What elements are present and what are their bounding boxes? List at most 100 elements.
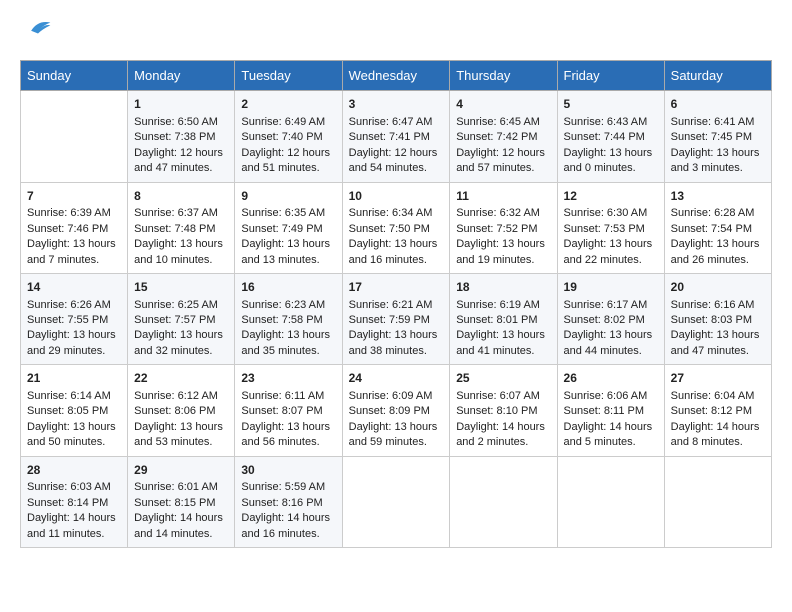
daylight-text: Daylight: 13 hours and 7 minutes. [27, 237, 121, 268]
calendar-cell: 29Sunrise: 6:01 AMSunset: 8:15 PMDayligh… [128, 456, 235, 547]
sunset-text: Sunset: 7:59 PM [349, 313, 444, 328]
calendar-cell: 12Sunrise: 6:30 AMSunset: 7:53 PMDayligh… [557, 182, 664, 273]
sunset-text: Sunset: 7:46 PM [27, 222, 121, 237]
day-number: 21 [27, 370, 121, 387]
calendar-cell [342, 456, 450, 547]
daylight-text: Daylight: 14 hours and 14 minutes. [134, 511, 228, 542]
calendar-cell: 13Sunrise: 6:28 AMSunset: 7:54 PMDayligh… [664, 182, 771, 273]
daylight-text: Daylight: 13 hours and 44 minutes. [564, 328, 658, 359]
daylight-text: Daylight: 13 hours and 53 minutes. [134, 420, 228, 451]
calendar-cell: 16Sunrise: 6:23 AMSunset: 7:58 PMDayligh… [235, 273, 342, 364]
sunrise-text: Sunrise: 6:01 AM [134, 480, 228, 495]
day-number: 2 [241, 96, 335, 113]
sunrise-text: Sunrise: 6:32 AM [456, 206, 550, 221]
calendar-cell: 19Sunrise: 6:17 AMSunset: 8:02 PMDayligh… [557, 273, 664, 364]
calendar-cell: 28Sunrise: 6:03 AMSunset: 8:14 PMDayligh… [21, 456, 128, 547]
sunset-text: Sunset: 7:49 PM [241, 222, 335, 237]
calendar-cell: 25Sunrise: 6:07 AMSunset: 8:10 PMDayligh… [450, 365, 557, 456]
sunset-text: Sunset: 7:45 PM [671, 130, 765, 145]
sunrise-text: Sunrise: 6:34 AM [349, 206, 444, 221]
daylight-text: Daylight: 12 hours and 57 minutes. [456, 146, 550, 177]
calendar-cell: 1Sunrise: 6:50 AMSunset: 7:38 PMDaylight… [128, 91, 235, 182]
day-number: 5 [564, 96, 658, 113]
calendar-cell: 23Sunrise: 6:11 AMSunset: 8:07 PMDayligh… [235, 365, 342, 456]
sunset-text: Sunset: 7:52 PM [456, 222, 550, 237]
sunrise-text: Sunrise: 6:21 AM [349, 298, 444, 313]
calendar-cell: 20 Sunrise: 6:16 AMSunset: 8:03 PMDayligh… [664, 273, 771, 364]
day-number: 9 [241, 188, 335, 205]
calendar-cell: 18Sunrise: 6:19 AMSunset: 8:01 PMDayligh… [450, 273, 557, 364]
calendar-cell: 10Sunrise: 6:34 AMSunset: 7:50 PMDayligh… [342, 182, 450, 273]
week-row-4: 21 Sunrise: 6:14 AMSunset: 8:05 PM Dayligh… [21, 365, 772, 456]
day-number: 20 [671, 279, 765, 296]
sunrise-text: Sunrise: 6:11 AM [241, 389, 335, 404]
calendar-cell [664, 456, 771, 547]
sunrise-text: Sunrise: 6:16 AM [671, 298, 765, 313]
sunset-text: Sunset: 8:10 PM [456, 404, 550, 419]
day-number: 14 [27, 279, 121, 296]
sunset-text: Sunset: 8:07 PM [241, 404, 335, 419]
sunrise-text: Sunrise: 6:12 AM [134, 389, 228, 404]
calendar-cell: 14Sunrise: 6:26 AMSunset: 7:55 PMDayligh… [21, 273, 128, 364]
calendar-cell [557, 456, 664, 547]
sunrise-text: Sunrise: 6:37 AM [134, 206, 228, 221]
day-number: 7 [27, 188, 121, 205]
sunset-text: Sunset: 8:06 PM [134, 404, 228, 419]
day-number: 19 [564, 279, 658, 296]
calendar-cell: 30Sunrise: 5:59 AMSunset: 8:16 PMDayligh… [235, 456, 342, 547]
daylight-text: Daylight: 13 hours and 10 minutes. [134, 237, 228, 268]
sunrise-text: Sunrise: 6:19 AM [456, 298, 550, 313]
day-number: 18 [456, 279, 550, 296]
day-number: 4 [456, 96, 550, 113]
sunset-text: Sunset: 7:38 PM [134, 130, 228, 145]
col-header-friday: Friday [557, 61, 664, 91]
calendar-cell: 4Sunrise: 6:45 AMSunset: 7:42 PMDaylight… [450, 91, 557, 182]
logo-bird-icon [24, 17, 52, 39]
calendar-cell: 7Sunrise: 6:39 AMSunset: 7:46 PMDaylight… [21, 182, 128, 273]
col-header-thursday: Thursday [450, 61, 557, 91]
calendar-table: SundayMondayTuesdayWednesdayThursdayFrid… [20, 60, 772, 548]
sunrise-text: Sunrise: 6:04 AM [671, 389, 765, 404]
sunset-text: Sunset: 8:14 PM [27, 496, 121, 511]
daylight-text: Daylight: 13 hours and 47 minutes. [671, 328, 765, 359]
sunrise-text: Sunrise: 6:47 AM [349, 115, 444, 130]
sunset-text: Sunset: 8:03 PM [671, 313, 765, 328]
daylight-text: Daylight: 13 hours and 13 minutes. [241, 237, 335, 268]
day-number: 8 [134, 188, 228, 205]
daylight-text: Daylight: 13 hours and 56 minutes. [241, 420, 335, 451]
sunset-text: Sunset: 8:09 PM [349, 404, 444, 419]
day-number: 29 [134, 462, 228, 479]
sunset-text: Sunset: 7:44 PM [564, 130, 658, 145]
calendar-cell: 8Sunrise: 6:37 AMSunset: 7:48 PMDaylight… [128, 182, 235, 273]
sunset-text: Sunset: 8:05 PM [27, 404, 121, 419]
col-header-saturday: Saturday [664, 61, 771, 91]
daylight-text: Daylight: 12 hours and 54 minutes. [349, 146, 444, 177]
sunrise-text: Sunrise: 6:39 AM [27, 206, 121, 221]
calendar-cell: 2Sunrise: 6:49 AMSunset: 7:40 PMDaylight… [235, 91, 342, 182]
day-number: 16 [241, 279, 335, 296]
col-header-wednesday: Wednesday [342, 61, 450, 91]
daylight-text: Daylight: 13 hours and 0 minutes. [564, 146, 658, 177]
sunrise-text: Sunrise: 6:45 AM [456, 115, 550, 130]
day-number: 28 [27, 462, 121, 479]
day-number: 10 [349, 188, 444, 205]
col-header-monday: Monday [128, 61, 235, 91]
page-header [20, 20, 772, 44]
week-row-1: 1Sunrise: 6:50 AMSunset: 7:38 PMDaylight… [21, 91, 772, 182]
day-number: 15 [134, 279, 228, 296]
sunrise-text: Sunrise: 6:23 AM [241, 298, 335, 313]
daylight-text: Daylight: 12 hours and 47 minutes. [134, 146, 228, 177]
day-number: 24 [349, 370, 444, 387]
daylight-text: Daylight: 13 hours and 22 minutes. [564, 237, 658, 268]
calendar-cell: 26Sunrise: 6:06 AMSunset: 8:11 PMDayligh… [557, 365, 664, 456]
col-header-tuesday: Tuesday [235, 61, 342, 91]
daylight-text: Daylight: 13 hours and 59 minutes. [349, 420, 444, 451]
daylight-text: Daylight: 14 hours and 16 minutes. [241, 511, 335, 542]
day-number: 1 [134, 96, 228, 113]
sunrise-text: Sunrise: 6:17 AM [564, 298, 658, 313]
sunset-text: Sunset: 8:16 PM [241, 496, 335, 511]
calendar-cell: 17Sunrise: 6:21 AMSunset: 7:59 PMDayligh… [342, 273, 450, 364]
calendar-cell [21, 91, 128, 182]
sunrise-text: Sunrise: 6:14 AM [27, 389, 121, 404]
sunset-text: Sunset: 8:11 PM [564, 404, 658, 419]
